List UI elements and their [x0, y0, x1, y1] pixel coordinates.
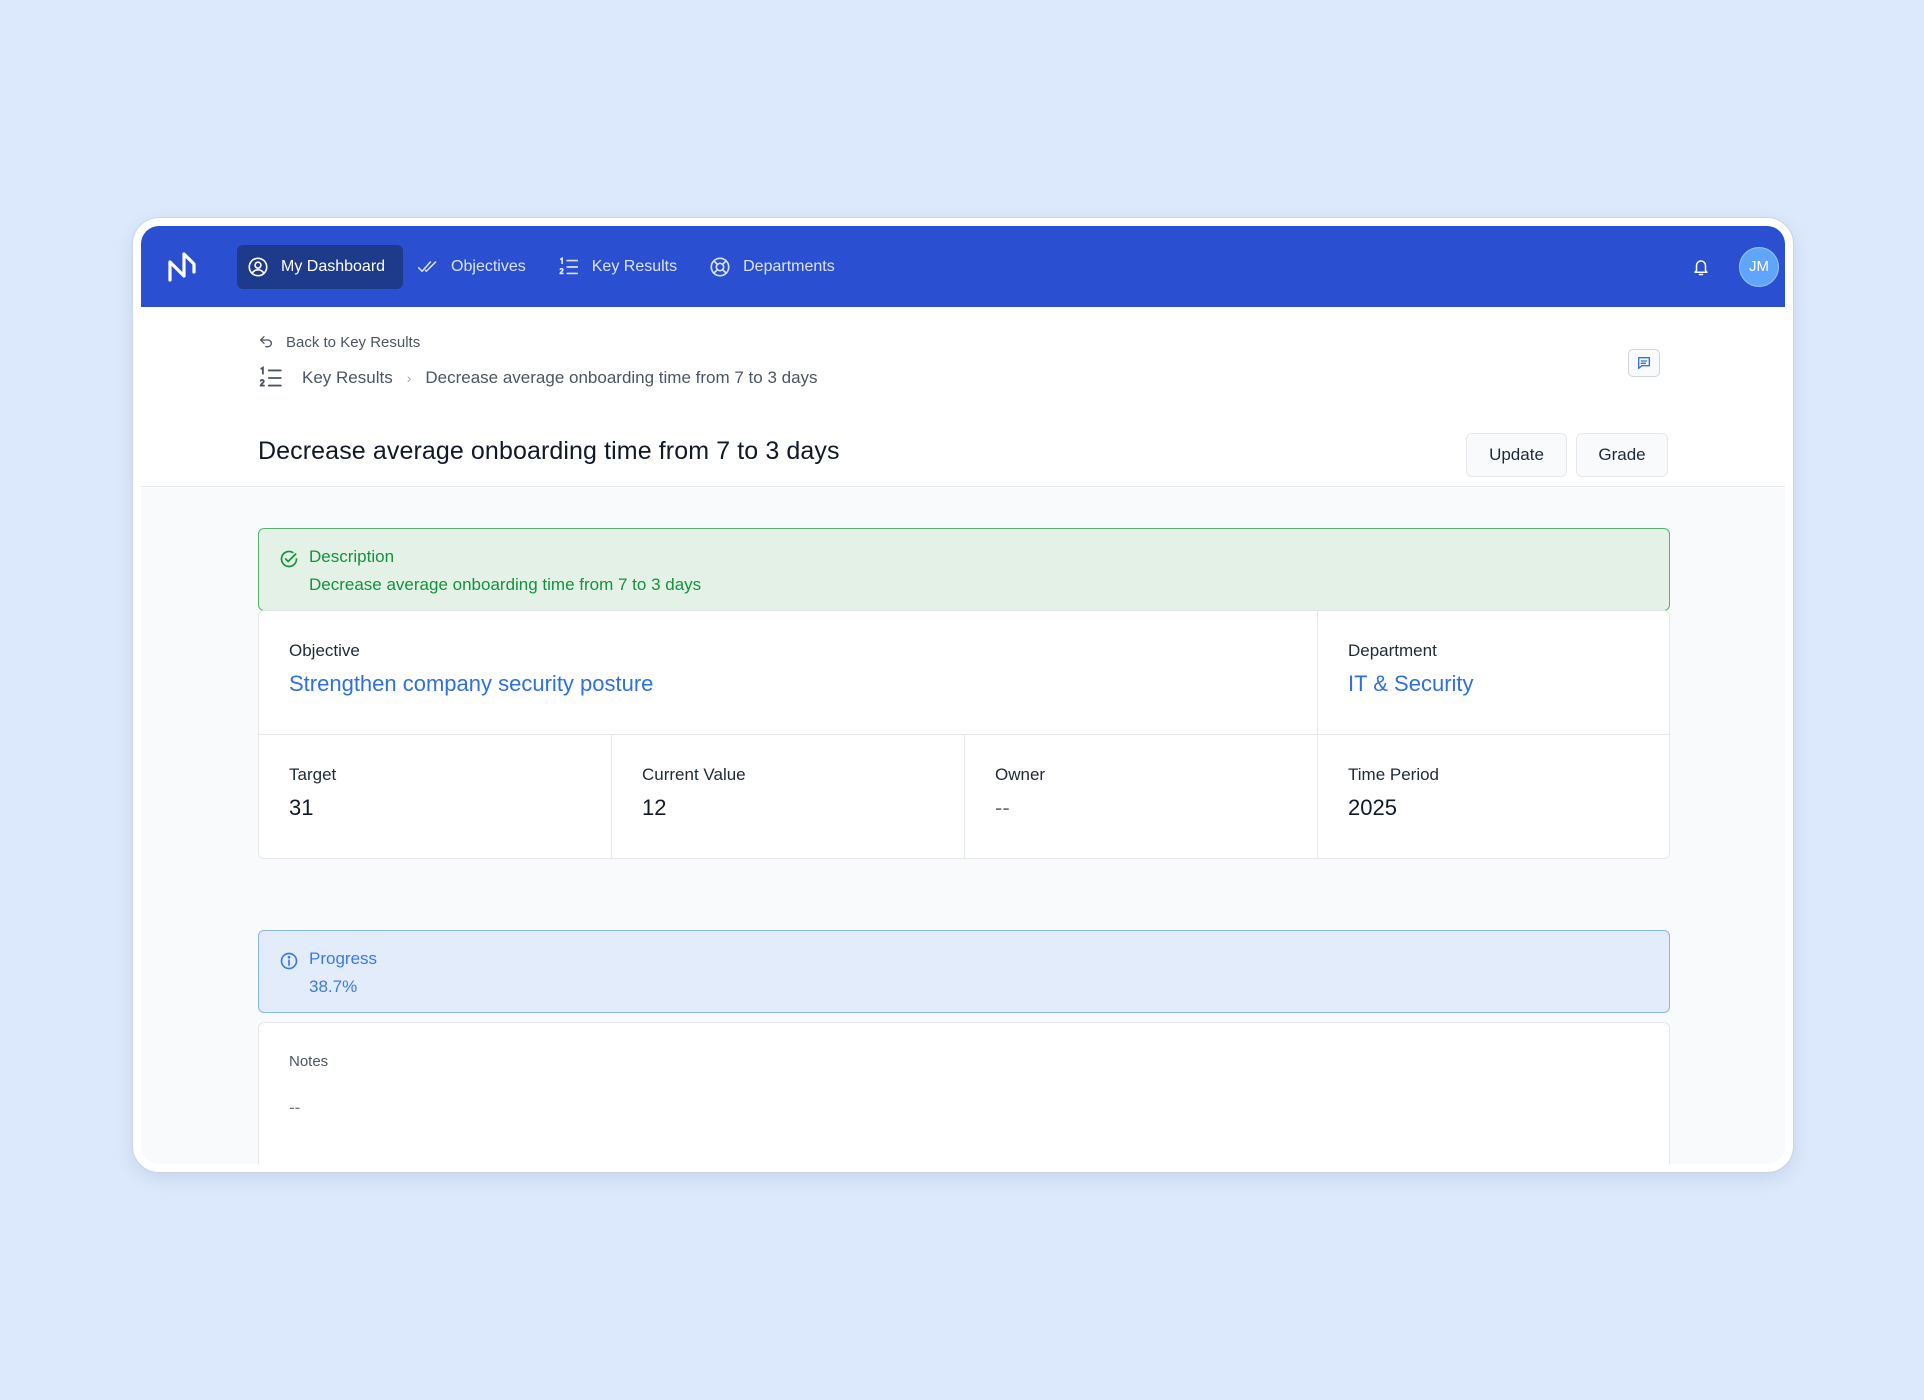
- chat-bubble-icon: [1636, 355, 1652, 371]
- current-value-cell: Current Value 12: [612, 735, 965, 858]
- owner-value: --: [995, 795, 1010, 820]
- double-check-icon: [417, 256, 439, 278]
- nav-item-key-results[interactable]: Key Results: [548, 245, 695, 289]
- objective-cell: Objective Strengthen company security po…: [259, 611, 1318, 735]
- nav-item-label: Key Results: [591, 257, 678, 275]
- page-title: Decrease average onboarding time from 7 …: [258, 437, 840, 465]
- details-card: Objective Strengthen company security po…: [258, 610, 1670, 859]
- breadcrumb: Key Results › Decrease average onboardin…: [258, 365, 818, 391]
- nav-item-my-dashboard[interactable]: My Dashboard: [237, 244, 404, 289]
- description-alert: Description Decrease average onboarding …: [258, 528, 1670, 611]
- page-header: Back to Key Results Key Results › Decrea…: [141, 307, 1785, 487]
- app-logo-icon[interactable]: [163, 248, 201, 286]
- target-cell: Target 31: [259, 735, 612, 858]
- nav-item-objectives[interactable]: Objectives: [407, 245, 544, 289]
- back-link-label: Back to Key Results: [286, 333, 421, 351]
- numbered-list-icon: [558, 256, 580, 278]
- comment-button[interactable]: [1628, 349, 1660, 377]
- avatar[interactable]: JM: [1739, 246, 1779, 287]
- info-icon: [279, 951, 299, 971]
- nav-item-label: My Dashboard: [281, 257, 386, 275]
- breadcrumb-item-key-results[interactable]: Key Results: [302, 368, 393, 388]
- check-circle-icon: [279, 549, 299, 569]
- app-window: My Dashboard Objectives Key Results Depa…: [133, 218, 1793, 1172]
- current-value: 12: [642, 795, 667, 820]
- numbered-list-icon: [258, 365, 284, 391]
- progress-alert: Progress 38.7%: [258, 930, 1670, 1013]
- chevron-right-icon: ›: [406, 370, 412, 386]
- grade-button[interactable]: Grade: [1576, 433, 1668, 477]
- progress-value: 38.7%: [309, 977, 358, 996]
- department-cell: Department IT & Security: [1318, 611, 1669, 735]
- notes-value: --: [289, 1098, 301, 1117]
- notes-card: Notes --: [258, 1022, 1670, 1164]
- nav-item-departments[interactable]: Departments: [699, 245, 853, 289]
- progress-title: Progress: [309, 949, 378, 968]
- owner-cell: Owner --: [965, 735, 1318, 858]
- target-label: Target: [289, 765, 337, 784]
- objective-label: Objective: [289, 641, 360, 660]
- user-circle-icon: [247, 256, 269, 278]
- current-value-label: Current Value: [642, 765, 746, 784]
- notes-label: Notes: [289, 1053, 329, 1070]
- time-period-value: 2025: [1348, 795, 1397, 820]
- time-period-cell: Time Period 2025: [1318, 735, 1669, 858]
- target-value: 31: [289, 795, 314, 820]
- nav-item-label: Departments: [743, 257, 835, 275]
- back-to-key-results-link[interactable]: Back to Key Results: [258, 333, 420, 351]
- update-button[interactable]: Update: [1466, 433, 1567, 477]
- bell-icon[interactable]: [1689, 255, 1713, 279]
- description-text: Decrease average onboarding time from 7 …: [309, 575, 702, 594]
- department-link[interactable]: IT & Security: [1348, 671, 1669, 697]
- lifebuoy-icon: [709, 256, 731, 278]
- time-period-label: Time Period: [1348, 765, 1440, 784]
- department-label: Department: [1348, 641, 1437, 660]
- owner-label: Owner: [995, 765, 1046, 784]
- description-title: Description: [309, 547, 395, 566]
- main-content: Description Decrease average onboarding …: [141, 488, 1785, 1164]
- return-arrow-icon: [258, 333, 276, 351]
- nav-item-label: Objectives: [451, 257, 526, 275]
- breadcrumb-item-current: Decrease average onboarding time from 7 …: [425, 368, 818, 387]
- objective-link[interactable]: Strengthen company security posture: [289, 671, 1317, 697]
- top-navigation: My Dashboard Objectives Key Results Depa…: [141, 226, 1785, 307]
